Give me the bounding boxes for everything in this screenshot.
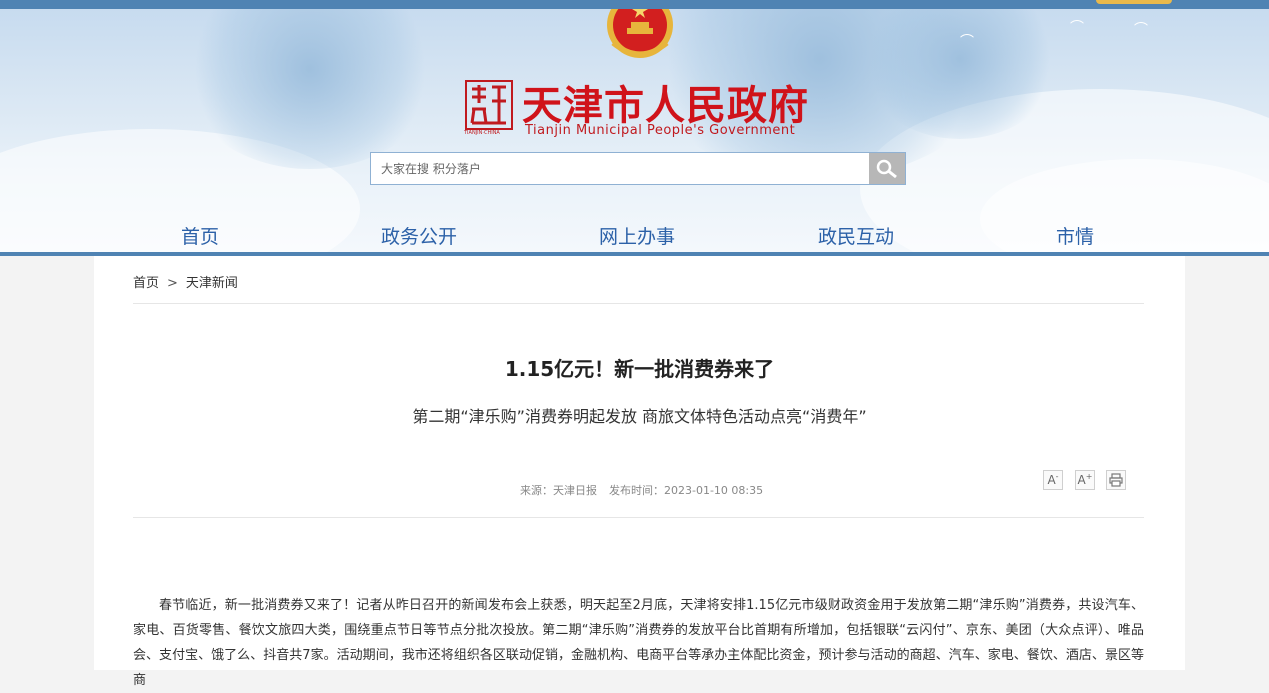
breadcrumb-home-link[interactable]: 首页 bbox=[133, 276, 159, 291]
national-emblem-icon bbox=[607, 9, 673, 58]
search-bar bbox=[370, 152, 906, 185]
site-header: ⌒ ⌒ ⌒ TIANJIN·CHINA 天津市人民政府 Tianjin Muni… bbox=[0, 9, 1269, 252]
print-icon bbox=[1109, 473, 1123, 487]
bird-icon: ⌒ bbox=[1070, 20, 1084, 36]
main-nav: 首页 政务公开 网上办事 政民互动 市情 bbox=[0, 222, 1269, 252]
nav-item-government-affairs[interactable]: 政务公开 bbox=[339, 222, 499, 249]
print-button[interactable] bbox=[1106, 470, 1126, 490]
top-pill-button[interactable] bbox=[1096, 0, 1172, 4]
search-input[interactable] bbox=[371, 153, 871, 184]
bird-icon: ⌒ bbox=[1134, 22, 1148, 38]
font-decrease-button[interactable]: A- bbox=[1043, 470, 1063, 490]
article-subtitle: 第二期“津乐购”消费券明起发放 商旅文体特色活动点亮“消费年” bbox=[412, 407, 867, 426]
breadcrumb: 首页 > 天津新闻 bbox=[133, 272, 238, 291]
nav-item-online-services[interactable]: 网上办事 bbox=[557, 222, 717, 249]
article-publish-time: 发布时间：2023-01-10 08:35 bbox=[609, 484, 764, 497]
article-body: 春节临近，新一批消费券又来了！记者从昨日召开的新闻发布会上获悉，明天起至2月底，… bbox=[133, 598, 1144, 688]
search-button[interactable] bbox=[869, 153, 905, 184]
article-panel: 首页 > 天津新闻 1.15亿元！新一批消费券来了 第二期“津乐购”消费券明起发放 … bbox=[94, 256, 1185, 688]
article-meta: 来源：天津日报 发布时间：2023-01-10 08:35 bbox=[520, 482, 763, 498]
breadcrumb-separator: > bbox=[167, 276, 178, 291]
tianjin-seal-icon bbox=[465, 80, 513, 130]
nav-item-interaction[interactable]: 政民互动 bbox=[776, 222, 936, 249]
search-icon bbox=[876, 159, 897, 178]
site-title-english: Tianjin Municipal People's Government bbox=[525, 123, 796, 138]
bird-icon: ⌒ bbox=[960, 34, 974, 50]
breadcrumb-current-link[interactable]: 天津新闻 bbox=[186, 276, 238, 291]
article-source: 来源：天津日报 bbox=[520, 484, 597, 497]
nav-item-city-info[interactable]: 市情 bbox=[995, 222, 1155, 249]
top-strip bbox=[0, 0, 1269, 9]
breadcrumb-divider bbox=[133, 303, 1144, 304]
meta-divider bbox=[133, 517, 1144, 518]
nav-item-home[interactable]: 首页 bbox=[120, 222, 280, 249]
article-title: 1.15亿元！新一批消费券来了 bbox=[504, 357, 775, 381]
seal-caption: TIANJIN·CHINA bbox=[464, 130, 500, 136]
font-increase-button[interactable]: A+ bbox=[1075, 470, 1095, 490]
